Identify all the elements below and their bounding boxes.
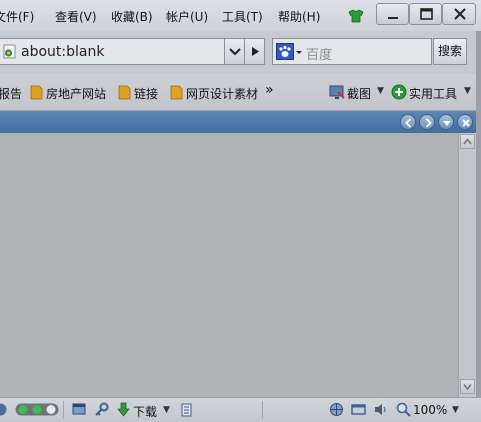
status-bar: 下载 ▼ 100% ▼	[0, 397, 481, 422]
separator	[262, 401, 263, 419]
download-button[interactable]: 下载	[133, 403, 157, 420]
address-input[interactable]: about:blank	[21, 44, 104, 60]
favorite-real-estate[interactable]: 房地产网站	[46, 85, 106, 102]
scroll-down-button[interactable]	[460, 379, 475, 394]
maximize-button[interactable]	[409, 3, 442, 25]
chevron-down-icon	[443, 121, 451, 126]
favorite-report[interactable]: 报告	[0, 85, 22, 102]
close-icon	[454, 8, 466, 20]
window-border	[476, 31, 481, 422]
arrow-left-icon	[405, 118, 412, 128]
network-icon[interactable]	[329, 402, 344, 417]
zoom-icon[interactable]	[396, 402, 411, 417]
address-bar[interactable]: about:blank	[0, 38, 265, 65]
arrow-right-icon	[425, 118, 432, 128]
search-input[interactable]: 百度	[306, 44, 332, 63]
screenshot-icon[interactable]	[329, 84, 345, 100]
utilities-button[interactable]: 实用工具	[409, 85, 457, 102]
favorite-web-design[interactable]: 网页设计素材	[186, 85, 258, 102]
favorites-bar: 报告 房地产网站 链接 网页设计素材 » 截图 ▼ 实用工具 ▼	[0, 74, 481, 111]
caret-down-icon[interactable]: ▼	[452, 405, 459, 415]
zoom-level[interactable]: 100%	[413, 403, 447, 417]
caret-down-icon[interactable]: ▼	[464, 86, 471, 96]
folder-icon	[170, 85, 183, 100]
close-button[interactable]	[442, 3, 476, 25]
tab-list-button[interactable]	[438, 114, 454, 130]
caret-down-icon[interactable]: ▼	[377, 86, 384, 96]
close-icon	[462, 119, 470, 127]
tab-scroll-right-button[interactable]	[419, 114, 435, 130]
menu-account[interactable]: 帐户(U)	[166, 8, 208, 25]
address-dropdown-button[interactable]	[224, 39, 244, 64]
chevron-down-icon	[229, 48, 241, 56]
page-icon	[3, 44, 16, 59]
more-favorites-icon[interactable]: »	[265, 82, 274, 98]
browser-window: 文件(F) 查看(V) 收藏(B) 帐户(U) 工具(T) 帮助(H) abou…	[0, 0, 481, 422]
caret-down-icon[interactable]: ▼	[163, 405, 170, 415]
arrow-up-icon	[463, 138, 472, 145]
menu-bar: 文件(F) 查看(V) 收藏(B) 帐户(U) 工具(T) 帮助(H)	[0, 0, 481, 31]
tab-scroll-left-button[interactable]	[400, 114, 416, 130]
search-box[interactable]: 百度	[272, 38, 432, 65]
tab-close-button[interactable]	[457, 114, 473, 130]
window-icon[interactable]	[72, 402, 87, 417]
maximize-icon	[420, 8, 433, 20]
security-icon	[0, 403, 7, 416]
separator	[63, 401, 64, 419]
screenshot-button[interactable]: 截图	[347, 85, 371, 102]
baidu-paw-icon[interactable]	[276, 43, 302, 60]
vertical-scrollbar[interactable]	[458, 133, 476, 397]
go-button[interactable]	[244, 39, 264, 64]
window-mode-icon[interactable]	[351, 402, 366, 417]
arrow-down-icon	[463, 384, 472, 391]
tab-strip	[0, 111, 481, 133]
folder-icon	[118, 85, 131, 100]
minimize-button[interactable]	[376, 3, 409, 25]
tshirt-skin-icon[interactable]	[348, 9, 364, 23]
scroll-up-button[interactable]	[460, 134, 475, 149]
menu-view[interactable]: 查看(V)	[55, 8, 97, 25]
add-plus-icon[interactable]	[391, 84, 407, 100]
folder-icon	[30, 85, 43, 100]
menu-file[interactable]: 文件(F)	[0, 8, 34, 25]
address-toolbar: about:blank 百度 搜索	[0, 31, 481, 74]
menu-favorites[interactable]: 收藏(B)	[111, 8, 153, 25]
menu-tools[interactable]: 工具(T)	[222, 8, 263, 25]
search-button[interactable]: 搜索	[433, 38, 467, 65]
clipboard-icon[interactable]	[179, 402, 194, 417]
key-icon[interactable]	[94, 402, 109, 417]
traffic-light-icon[interactable]	[15, 402, 59, 417]
favorite-links[interactable]: 链接	[134, 85, 158, 102]
speaker-icon[interactable]	[373, 402, 388, 417]
page-content[interactable]	[0, 133, 458, 397]
download-arrow-icon[interactable]	[116, 402, 131, 417]
menu-help[interactable]: 帮助(H)	[278, 8, 320, 25]
play-arrow-icon	[252, 47, 259, 56]
minimize-icon	[388, 17, 398, 19]
